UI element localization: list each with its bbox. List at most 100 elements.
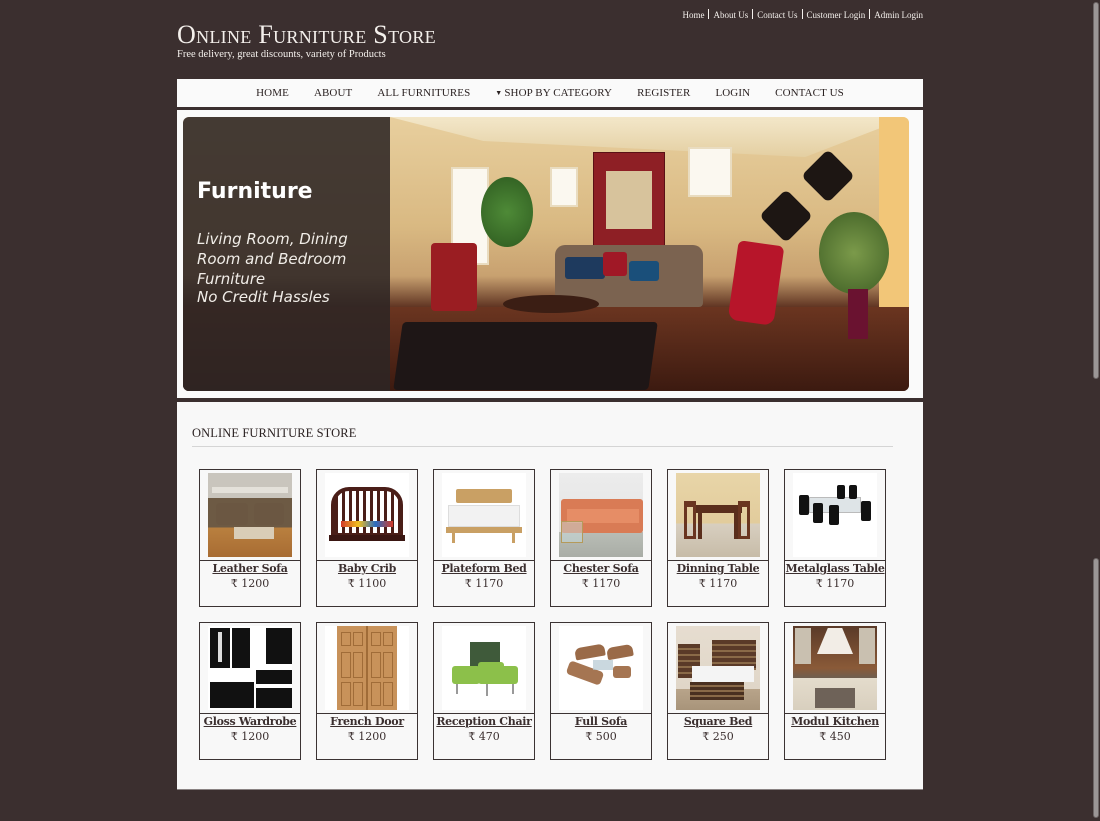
banner-pillow <box>603 252 627 276</box>
product-price: ₹ 450 <box>819 730 851 743</box>
product-image-frame <box>317 623 417 714</box>
banner-vase <box>848 289 868 339</box>
product-image-chester-sofa[interactable] <box>559 473 643 557</box>
page-scrollbar[interactable] <box>1090 0 1100 821</box>
product-image-frame <box>668 623 768 714</box>
banner-chair <box>431 243 477 311</box>
product-name-link[interactable]: French Door <box>317 715 417 728</box>
product-name-link[interactable]: Dinning Table <box>668 562 768 575</box>
product-image-frame <box>434 470 534 561</box>
product-image-metalglass-table[interactable] <box>793 473 877 557</box>
nav-all-furnitures[interactable]: ALL FURNITURES <box>377 87 470 99</box>
product-card: French Door ₹ 1200 <box>316 622 418 760</box>
top-link-about-us[interactable]: About Us <box>709 10 752 20</box>
section-title: ONLINE FURNITURE STORE <box>192 426 357 440</box>
banner-coffee-table <box>503 295 599 313</box>
product-image-frame <box>785 623 885 714</box>
product-price: ₹ 1170 <box>581 577 621 590</box>
product-card: Full Sofa ₹ 500 <box>550 622 652 760</box>
nav-about[interactable]: ABOUT <box>314 87 352 99</box>
product-image-frame <box>668 470 768 561</box>
product-price: ₹ 500 <box>585 730 617 743</box>
product-price: ₹ 1170 <box>815 577 855 590</box>
product-image-square-bed[interactable] <box>676 626 760 710</box>
product-card: Modul Kitchen ₹ 450 <box>784 622 886 760</box>
top-link-contact-us[interactable]: Contact Us <box>753 10 801 20</box>
product-card: Leather Sofa ₹ 1200 <box>199 469 301 607</box>
banner-rug <box>393 322 658 390</box>
caret-down-icon: ▼ <box>495 89 503 97</box>
product-image-frame <box>551 623 651 714</box>
product-price: ₹ 1200 <box>230 577 270 590</box>
product-image-baby-crib[interactable] <box>325 473 409 557</box>
nav-login[interactable]: LOGIN <box>715 87 750 99</box>
product-image-frame <box>434 623 534 714</box>
product-price: ₹ 1200 <box>230 730 270 743</box>
product-name-link[interactable]: Baby Crib <box>317 562 417 575</box>
product-image-frame <box>551 470 651 561</box>
banner-wall-decor <box>759 189 813 243</box>
top-link-customer-login[interactable]: Customer Login <box>803 10 870 20</box>
product-image-plateform-bed[interactable] <box>442 473 526 557</box>
hero-banner[interactable]: Furniture Living Room, Dining Room and B… <box>183 117 909 391</box>
product-image-frame <box>785 470 885 561</box>
product-image-frame <box>200 623 300 714</box>
banner-pillow <box>565 257 605 279</box>
top-link-admin-login[interactable]: Admin Login <box>870 10 923 20</box>
product-price: ₹ 1170 <box>698 577 738 590</box>
banner-caption-overlay: Furniture Living Room, Dining Room and B… <box>183 117 390 391</box>
nav-register[interactable]: REGISTER <box>637 87 690 99</box>
top-link-home[interactable]: Home <box>678 10 708 20</box>
product-card: Reception Chair ₹ 470 <box>433 622 535 760</box>
product-image-french-door[interactable] <box>325 626 409 710</box>
product-name-link[interactable]: Metalglass Table <box>785 562 885 575</box>
nav-home[interactable]: HOME <box>256 87 289 99</box>
product-price: ₹ 1100 <box>347 577 387 590</box>
product-card: Metalglass Table ₹ 1170 <box>784 469 886 607</box>
product-price: ₹ 470 <box>468 730 500 743</box>
banner-wall <box>879 117 909 337</box>
product-name-link[interactable]: Plateform Bed <box>434 562 534 575</box>
top-links: Home About Us Contact Us Customer Login Admi… <box>678 9 923 20</box>
product-card: Square Bed ₹ 250 <box>667 622 769 760</box>
products-section: ONLINE FURNITURE STORE Leather Sofa ₹ 12… <box>177 402 923 790</box>
product-image-reception-chair[interactable] <box>442 626 526 710</box>
banner-window <box>550 167 578 207</box>
product-name-link[interactable]: Leather Sofa <box>200 562 300 575</box>
product-name-link[interactable]: Chester Sofa <box>551 562 651 575</box>
banner-plant <box>481 177 533 247</box>
product-image-frame <box>317 470 417 561</box>
product-price: ₹ 1170 <box>464 577 504 590</box>
product-image-modul-kitchen[interactable] <box>793 626 877 710</box>
scrollbar-thumb[interactable] <box>1093 2 1099 379</box>
product-name-link[interactable]: Reception Chair <box>434 715 534 728</box>
product-name-link[interactable]: Gloss Wardrobe <box>200 715 300 728</box>
product-image-dinning-table[interactable] <box>676 473 760 557</box>
banner-ceiling <box>390 117 909 157</box>
banner-plant <box>819 212 889 294</box>
banner-subtitle: Living Room, Dining Room and Bedroom Fur… <box>197 230 348 288</box>
product-image-frame <box>200 470 300 561</box>
banner-window <box>688 147 732 197</box>
product-name-link[interactable]: Full Sofa <box>551 715 651 728</box>
banner-wall-decor <box>801 149 855 203</box>
nav-shop-by-category-label: SHOP BY CATEGORY <box>504 87 613 99</box>
nav-shop-by-category[interactable]: ▼ SHOP BY CATEGORY <box>495 87 612 99</box>
banner-wall-art <box>593 152 665 247</box>
product-image-leather-sofa[interactable] <box>208 473 292 557</box>
product-name-link[interactable]: Square Bed <box>668 715 768 728</box>
product-price: ₹ 250 <box>702 730 734 743</box>
site-title[interactable]: Online Furniture Store <box>177 20 436 50</box>
product-image-gloss-wardrobe[interactable] <box>208 626 292 710</box>
main-nav: HOME ABOUT ALL FURNITURES ▼ SHOP BY CATEG… <box>177 79 923 109</box>
site-tagline: Free delivery, great discounts, variety … <box>177 49 386 60</box>
product-price: ₹ 1200 <box>347 730 387 743</box>
product-image-full-sofa[interactable] <box>559 626 643 710</box>
product-card: Gloss Wardrobe ₹ 1200 <box>199 622 301 760</box>
product-card: Dinning Table ₹ 1170 <box>667 469 769 607</box>
scrollbar-thumb-secondary[interactable] <box>1093 558 1099 818</box>
product-name-link[interactable]: Modul Kitchen <box>785 715 885 728</box>
banner-container: Furniture Living Room, Dining Room and B… <box>177 110 923 398</box>
product-card: Baby Crib ₹ 1100 <box>316 469 418 607</box>
nav-contact-us[interactable]: CONTACT US <box>775 87 844 99</box>
